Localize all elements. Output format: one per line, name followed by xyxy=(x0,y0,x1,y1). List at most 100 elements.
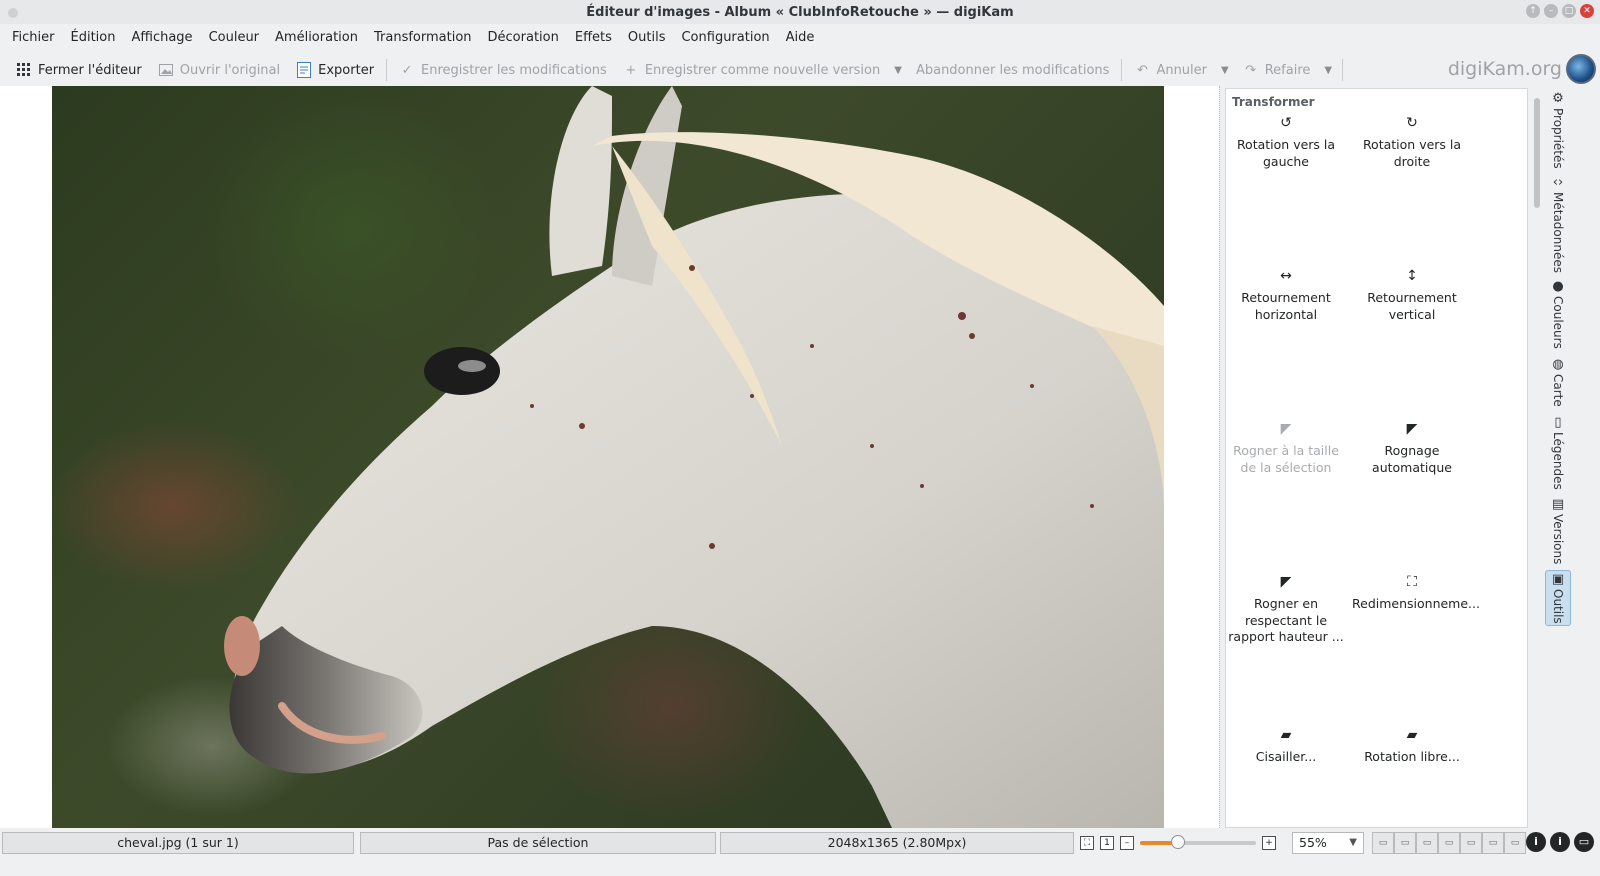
tab-label: Carte xyxy=(1551,374,1565,407)
undo-button[interactable]: ↶ Annuler xyxy=(1126,56,1215,84)
tab-properties[interactable]: ⚙ Propriétés xyxy=(1545,90,1571,170)
code-icon: ‹› xyxy=(1552,175,1564,190)
tool-rotate-right[interactable]: ↻ Rotation vers la droite xyxy=(1352,115,1472,170)
save-dropdown-arrow-icon[interactable]: ▼ xyxy=(888,65,908,76)
tab-metadata[interactable]: ‹› Métadonnées xyxy=(1545,174,1571,274)
tab-label: Outils xyxy=(1551,589,1565,624)
menu-decorate[interactable]: Décoration xyxy=(480,30,567,45)
fit-to-window-icon[interactable]: ⛶ xyxy=(1080,836,1094,850)
discard-changes-label: Abandonner les modifications xyxy=(915,62,1110,78)
tool-flip-horizontal[interactable]: ↔ Retournement horizontal xyxy=(1226,268,1346,323)
export-label: Exporter xyxy=(318,62,375,78)
overexposure-indicator-icon[interactable]: i xyxy=(1550,832,1570,852)
maximize-button[interactable]: □ xyxy=(1562,4,1576,18)
close-window-button[interactable]: ✕ xyxy=(1580,4,1594,18)
tab-colors[interactable]: ● Couleurs xyxy=(1545,278,1571,350)
preview-compare-vertical-icon[interactable]: ▭ xyxy=(1438,832,1460,854)
tab-map[interactable]: ◍ Carte xyxy=(1545,356,1571,410)
tab-tools[interactable]: ▣ Outils xyxy=(1545,570,1571,626)
save-changes-button[interactable]: ✓ Enregistrer les modifications xyxy=(391,56,615,84)
window-title: Éditeur d'images - Album « ClubInfoRetou… xyxy=(586,4,1014,20)
redo-dropdown-arrow-icon[interactable]: ▼ xyxy=(1318,65,1338,76)
menu-view[interactable]: Affichage xyxy=(123,30,200,45)
toolbar-separator xyxy=(1121,59,1123,81)
tools-icon: ▣ xyxy=(1551,572,1565,587)
info-buttons: i i ▭ xyxy=(1526,832,1594,852)
tool-label: Cisailler... xyxy=(1255,749,1317,764)
preview-original-icon[interactable]: ▭ xyxy=(1372,832,1394,854)
tool-label: Rogner à la taille de la sélection xyxy=(1233,443,1339,475)
save-new-version-button[interactable]: + Enregistrer comme nouvelle version xyxy=(615,56,888,84)
open-original-button[interactable]: Ouvrir l'original xyxy=(150,56,288,84)
menu-tools[interactable]: Outils xyxy=(620,30,674,45)
save-changes-label: Enregistrer les modifications xyxy=(421,62,607,78)
preview-compare-horizontal-icon[interactable]: ▭ xyxy=(1460,832,1482,854)
undo-dropdown-arrow-icon[interactable]: ▼ xyxy=(1215,65,1235,76)
tool-ratio-crop[interactable]: ◤ Rogner en respectant le rapport hauteu… xyxy=(1226,574,1346,646)
discard-changes-button[interactable]: Abandonner les modifications xyxy=(908,56,1117,84)
zoom-slider-knob[interactable] xyxy=(1171,835,1186,849)
menu-effects[interactable]: Effets xyxy=(567,30,620,45)
status-selection: Pas de sélection xyxy=(360,832,716,854)
tool-label: Retournement vertical xyxy=(1367,290,1457,322)
crop-icon: ◤ xyxy=(1280,421,1292,437)
menu-edit[interactable]: Édition xyxy=(63,30,124,45)
sidebar-tabs: ⚙ Propriétés ‹› Métadonnées ● Couleurs ◍… xyxy=(1545,88,1571,828)
tool-shear[interactable]: ▰ Cisailler... xyxy=(1226,727,1346,766)
preview-mouse-over-icon[interactable]: ▭ xyxy=(1504,832,1526,854)
drop-icon: ● xyxy=(1552,279,1564,294)
flip-vertical-icon: ↕ xyxy=(1406,268,1418,284)
keep-above-button[interactable]: ↑ xyxy=(1526,4,1540,18)
menu-settings[interactable]: Configuration xyxy=(673,30,777,45)
redo-button[interactable]: ↷ Refaire xyxy=(1235,56,1319,84)
menu-enhance[interactable]: Amélioration xyxy=(267,30,366,45)
main-toolbar: Fermer l'éditeur Ouvrir l'original Expor… xyxy=(0,54,1600,86)
tab-captions[interactable]: ▯ Légendes xyxy=(1545,414,1571,494)
menu-color[interactable]: Couleur xyxy=(201,30,267,45)
undo-icon: ↶ xyxy=(1136,62,1148,78)
tool-auto-crop[interactable]: ◤ Rognage automatique xyxy=(1352,421,1472,476)
tool-free-rotation[interactable]: ▰ Rotation libre... xyxy=(1352,727,1472,766)
menu-transform[interactable]: Transformation xyxy=(366,30,480,45)
tool-label: Rognage automatique xyxy=(1372,443,1452,475)
export-icon xyxy=(296,62,312,78)
free-rotation-icon: ▰ xyxy=(1406,727,1418,743)
transform-tools-panel: Transformer ↺ Rotation vers la gauche ↻ … xyxy=(1225,88,1528,828)
tool-flip-vertical[interactable]: ↕ Retournement vertical xyxy=(1352,268,1472,323)
open-original-label: Ouvrir l'original xyxy=(179,62,281,78)
status-bar: cheval.jpg (1 sur 1) Pas de sélection 20… xyxy=(0,828,1600,876)
color-managed-view-icon[interactable]: ▭ xyxy=(1574,832,1594,852)
scrollbar-thumb[interactable] xyxy=(1534,98,1540,208)
menu-bar: Fichier Édition Affichage Couleur Amélio… xyxy=(0,24,1600,50)
zoom-slider[interactable] xyxy=(1140,835,1256,849)
preview-split-vertical-icon[interactable]: ▭ xyxy=(1394,832,1416,854)
tab-label: Versions xyxy=(1551,514,1565,565)
image-canvas[interactable] xyxy=(0,86,1219,828)
save-new-version-label: Enregistrer comme nouvelle version xyxy=(644,62,881,78)
panel-title: Transformer xyxy=(1232,95,1315,109)
tool-resize[interactable]: ⛶ Redimensionneme... xyxy=(1352,574,1480,613)
export-button[interactable]: Exporter xyxy=(288,56,382,84)
tool-crop-to-selection[interactable]: ◤ Rogner à la taille de la sélection xyxy=(1226,421,1346,476)
status-filename: cheval.jpg (1 sur 1) xyxy=(2,832,354,854)
caption-icon: ▯ xyxy=(1554,415,1562,430)
preview-target-icon[interactable]: ▭ xyxy=(1482,832,1504,854)
zoom-100-icon[interactable]: 1 xyxy=(1100,836,1114,850)
tool-rotate-left[interactable]: ↺ Rotation vers la gauche xyxy=(1226,115,1346,170)
window-menu-dot[interactable] xyxy=(8,8,18,18)
close-editor-button[interactable]: Fermer l'éditeur xyxy=(8,56,150,84)
underexposure-indicator-icon[interactable]: i xyxy=(1526,832,1546,852)
menu-help[interactable]: Aide xyxy=(778,30,823,45)
zoom-in-icon[interactable]: + xyxy=(1262,836,1276,850)
tool-label: Rotation vers la gauche xyxy=(1236,137,1336,169)
status-dimensions: 2048x1365 (2.80Mpx) xyxy=(720,832,1074,854)
zoom-out-icon[interactable]: – xyxy=(1120,836,1134,850)
tool-label: Rotation vers la droite xyxy=(1362,137,1462,169)
panel-scrollbar[interactable] xyxy=(1531,88,1543,828)
menu-file[interactable]: Fichier xyxy=(4,30,63,45)
minimize-button[interactable]: – xyxy=(1544,4,1558,18)
tab-versions[interactable]: ▤ Versions xyxy=(1545,496,1571,566)
tool-label: Rogner en respectant le rapport hauteur … xyxy=(1228,596,1344,644)
zoom-level-select[interactable]: 55% ▼ xyxy=(1292,832,1364,854)
preview-split-horizontal-icon[interactable]: ▭ xyxy=(1416,832,1438,854)
